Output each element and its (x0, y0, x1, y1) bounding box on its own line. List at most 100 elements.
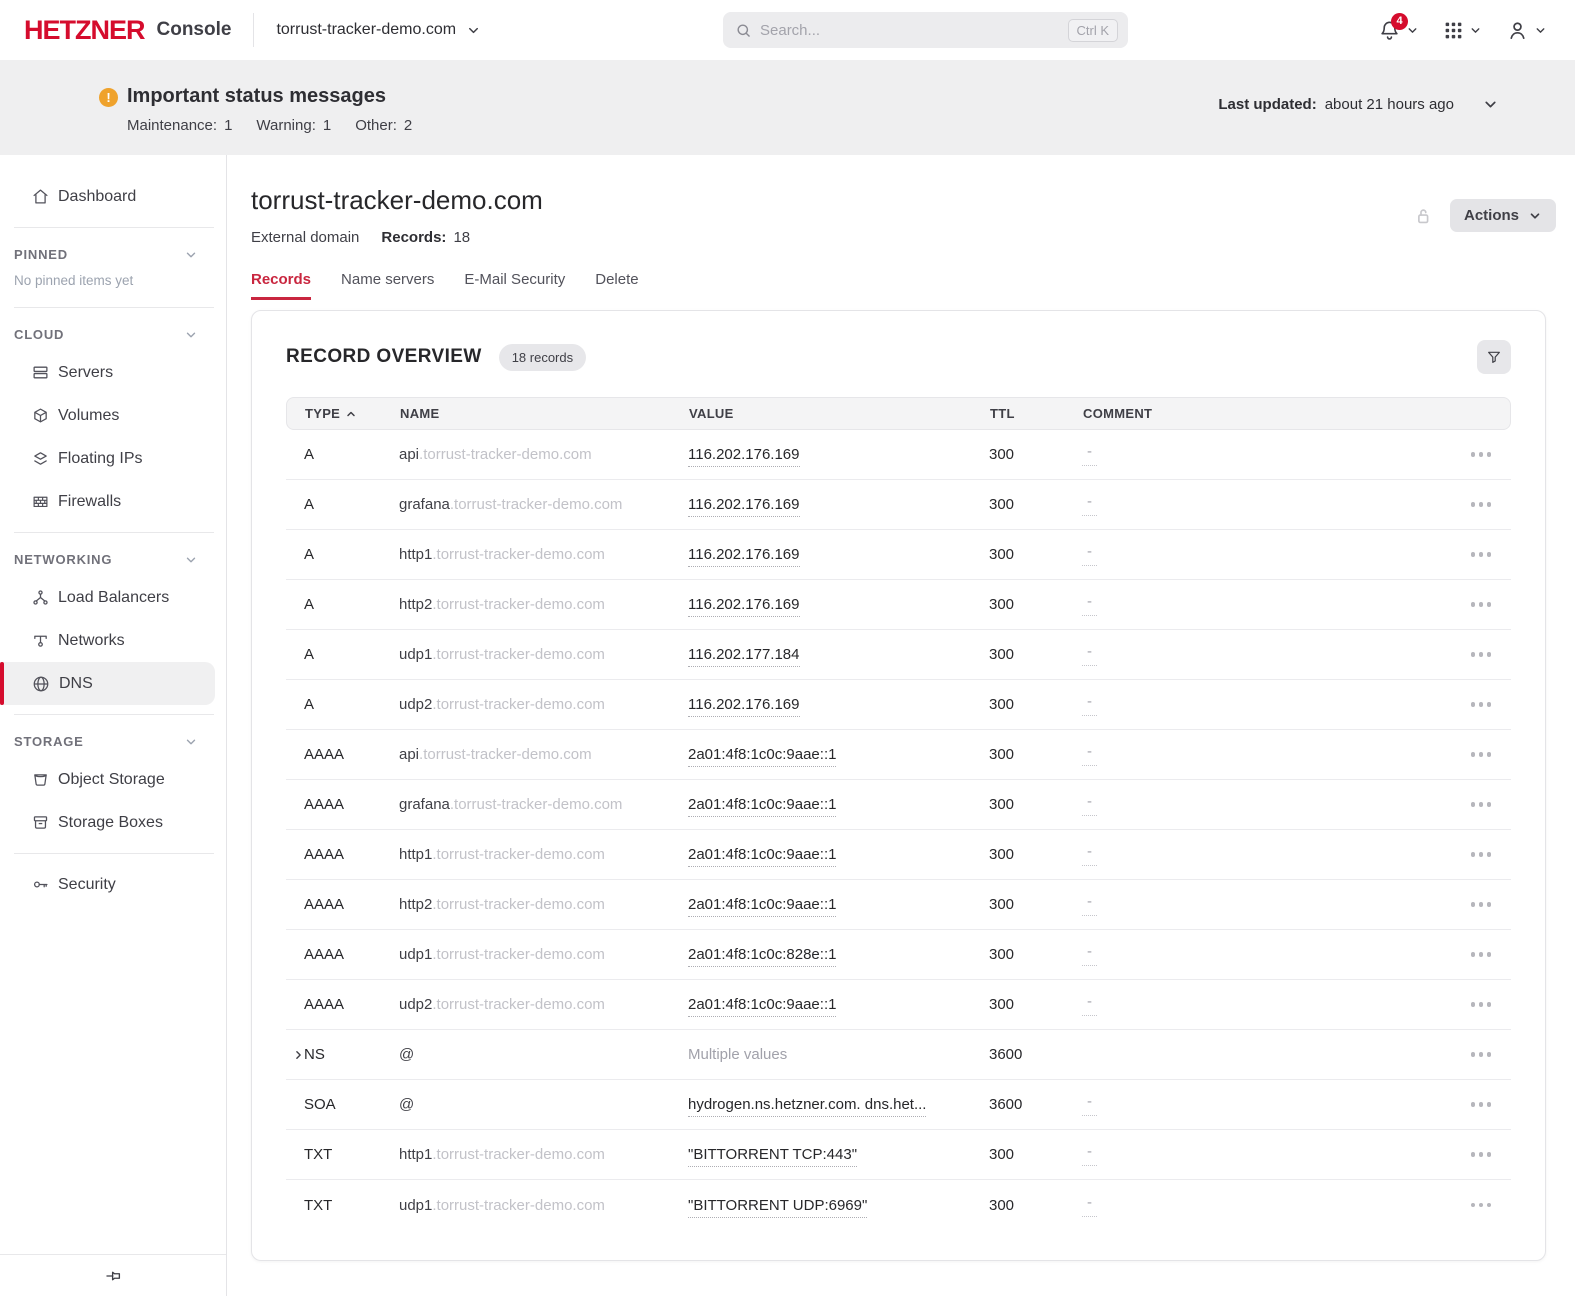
record-value[interactable]: 116.202.177.184 (688, 646, 800, 667)
record-value[interactable]: 116.202.176.169 (688, 546, 800, 567)
sidebar-item-servers[interactable]: Servers (0, 351, 215, 394)
row-menu-button[interactable] (1465, 796, 1498, 813)
column-name[interactable]: NAME (400, 406, 689, 421)
row-menu-button[interactable] (1465, 846, 1498, 863)
column-type[interactable]: TYPE (305, 406, 400, 421)
record-value[interactable]: 116.202.176.169 (688, 496, 800, 517)
table-row[interactable]: AAAA api.torrust-tracker-demo.com 2a01:4… (286, 730, 1511, 780)
tab-email-security[interactable]: E-Mail Security (464, 271, 565, 300)
search-bar[interactable]: Ctrl K (723, 12, 1128, 48)
table-row[interactable]: A http1.torrust-tracker-demo.com 116.202… (286, 530, 1511, 580)
sidebar-section-networking[interactable]: NETWORKING (0, 542, 226, 576)
tab-name-servers[interactable]: Name servers (341, 271, 434, 300)
apps-menu-button[interactable] (1443, 20, 1482, 41)
table-row[interactable]: AAAA grafana.torrust-tracker-demo.com 2a… (286, 780, 1511, 830)
column-value[interactable]: VALUE (689, 406, 990, 421)
tab-delete[interactable]: Delete (595, 271, 638, 300)
record-value[interactable]: "BITTORRENT UDP:6969" (688, 1196, 868, 1218)
sidebar-item-networks[interactable]: Networks (0, 619, 215, 662)
column-comment[interactable]: COMMENT (1083, 406, 1450, 421)
record-comment[interactable]: - (1082, 894, 1097, 916)
row-menu-button[interactable] (1465, 446, 1498, 463)
search-input[interactable] (760, 21, 1060, 39)
sidebar-item-load-balancers[interactable]: Load Balancers (0, 576, 215, 619)
sidebar-item-dashboard[interactable]: Dashboard (0, 175, 215, 218)
sidebar-section-pinned[interactable]: PINNED (0, 237, 226, 271)
banner-expand-chevron-icon[interactable] (1482, 96, 1499, 113)
domain-selector[interactable]: torrust-tracker-demo.com (276, 21, 481, 39)
sidebar-item-object-storage[interactable]: Object Storage (0, 758, 215, 801)
sidebar-item-security[interactable]: Security (0, 863, 215, 906)
row-menu-button[interactable] (1465, 596, 1498, 613)
actions-button[interactable]: Actions (1449, 199, 1556, 232)
row-menu-button[interactable] (1465, 1046, 1498, 1063)
record-value[interactable]: 2a01:4f8:1c0c:9aae::1 (688, 846, 837, 867)
sidebar-item-storage-boxes[interactable]: Storage Boxes (0, 801, 215, 844)
row-menu-button[interactable] (1465, 746, 1498, 763)
row-menu-button[interactable] (1465, 996, 1498, 1013)
notifications-button[interactable]: 4 (1378, 12, 1419, 42)
table-row[interactable]: A grafana.torrust-tracker-demo.com 116.2… (286, 480, 1511, 530)
sidebar-section-cloud[interactable]: CLOUD (0, 317, 226, 351)
table-row[interactable]: A udp1.torrust-tracker-demo.com 116.202.… (286, 630, 1511, 680)
sidebar-item-firewalls[interactable]: Firewalls (0, 480, 215, 523)
record-comment[interactable]: - (1082, 644, 1097, 666)
table-row[interactable]: AAAA udp2.torrust-tracker-demo.com 2a01:… (286, 980, 1511, 1030)
record-comment[interactable]: - (1082, 494, 1097, 516)
row-menu-button[interactable] (1465, 696, 1498, 713)
filter-button[interactable] (1477, 340, 1511, 374)
sidebar-section-storage[interactable]: STORAGE (0, 724, 226, 758)
record-comment[interactable]: - (1082, 594, 1097, 616)
row-menu-button[interactable] (1465, 546, 1498, 563)
table-row[interactable]: AAAA http1.torrust-tracker-demo.com 2a01… (286, 830, 1511, 880)
tab-records[interactable]: Records (251, 271, 312, 300)
record-value[interactable]: 116.202.176.169 (688, 696, 800, 717)
table-row[interactable]: TXT http1.torrust-tracker-demo.com "BITT… (286, 1130, 1511, 1180)
record-value[interactable]: 116.202.176.169 (688, 446, 800, 467)
sidebar-item-volumes[interactable]: Volumes (0, 394, 215, 437)
record-comment[interactable]: - (1082, 744, 1097, 766)
table-row[interactable]: AAAA http2.torrust-tracker-demo.com 2a01… (286, 880, 1511, 930)
record-value[interactable]: 2a01:4f8:1c0c:9aae::1 (688, 896, 837, 917)
row-menu-button[interactable] (1465, 1197, 1498, 1214)
user-icon (1510, 21, 1525, 39)
record-value[interactable]: 116.202.176.169 (688, 596, 800, 617)
record-value[interactable]: hydrogen.ns.hetzner.com. dns.het... (688, 1096, 927, 1117)
table-row[interactable]: NS @ Multiple values 3600 (286, 1030, 1511, 1080)
table-row[interactable]: SOA @ hydrogen.ns.hetzner.com. dns.het..… (286, 1080, 1511, 1130)
table-row[interactable]: A udp2.torrust-tracker-demo.com 116.202.… (286, 680, 1511, 730)
record-comment[interactable]: - (1082, 1195, 1097, 1217)
row-menu-button[interactable] (1465, 496, 1498, 513)
record-comment[interactable]: - (1082, 544, 1097, 566)
column-ttl[interactable]: TTL (990, 406, 1083, 421)
record-comment[interactable]: - (1082, 844, 1097, 866)
record-comment[interactable]: - (1082, 444, 1097, 466)
record-value[interactable]: 2a01:4f8:1c0c:828e::1 (688, 946, 837, 967)
table-row[interactable]: A api.torrust-tracker-demo.com 116.202.1… (286, 430, 1511, 480)
hetzner-logo[interactable]: HETZNER (24, 15, 145, 46)
record-comment[interactable]: - (1082, 1144, 1097, 1166)
row-menu-button[interactable] (1465, 646, 1498, 663)
table-row[interactable]: AAAA udp1.torrust-tracker-demo.com 2a01:… (286, 930, 1511, 980)
record-comment[interactable]: - (1082, 944, 1097, 966)
account-menu-button[interactable] (1506, 19, 1547, 42)
record-comment[interactable]: - (1082, 694, 1097, 716)
row-menu-button[interactable] (1465, 1096, 1498, 1113)
record-value[interactable]: 2a01:4f8:1c0c:9aae::1 (688, 796, 837, 817)
record-comment[interactable]: - (1082, 1094, 1097, 1116)
table-row[interactable]: A http2.torrust-tracker-demo.com 116.202… (286, 580, 1511, 630)
record-comment[interactable]: - (1082, 994, 1097, 1016)
sidebar-item-floating-ips[interactable]: Floating IPs (0, 437, 215, 480)
sidebar-item-dns[interactable]: DNS (0, 662, 215, 705)
row-menu-button[interactable] (1465, 1146, 1498, 1163)
record-value[interactable]: 2a01:4f8:1c0c:9aae::1 (688, 746, 837, 767)
record-value[interactable]: Multiple values (688, 1046, 787, 1066)
record-value[interactable]: 2a01:4f8:1c0c:9aae::1 (688, 996, 837, 1017)
expand-chevron-icon[interactable] (292, 1048, 305, 1061)
row-menu-button[interactable] (1465, 896, 1498, 913)
sidebar-pin-button[interactable] (104, 1267, 122, 1285)
record-value[interactable]: "BITTORRENT TCP:443" (688, 1146, 858, 1167)
row-menu-button[interactable] (1465, 946, 1498, 963)
record-comment[interactable]: - (1082, 794, 1097, 816)
table-row[interactable]: TXT udp1.torrust-tracker-demo.com "BITTO… (286, 1180, 1511, 1230)
